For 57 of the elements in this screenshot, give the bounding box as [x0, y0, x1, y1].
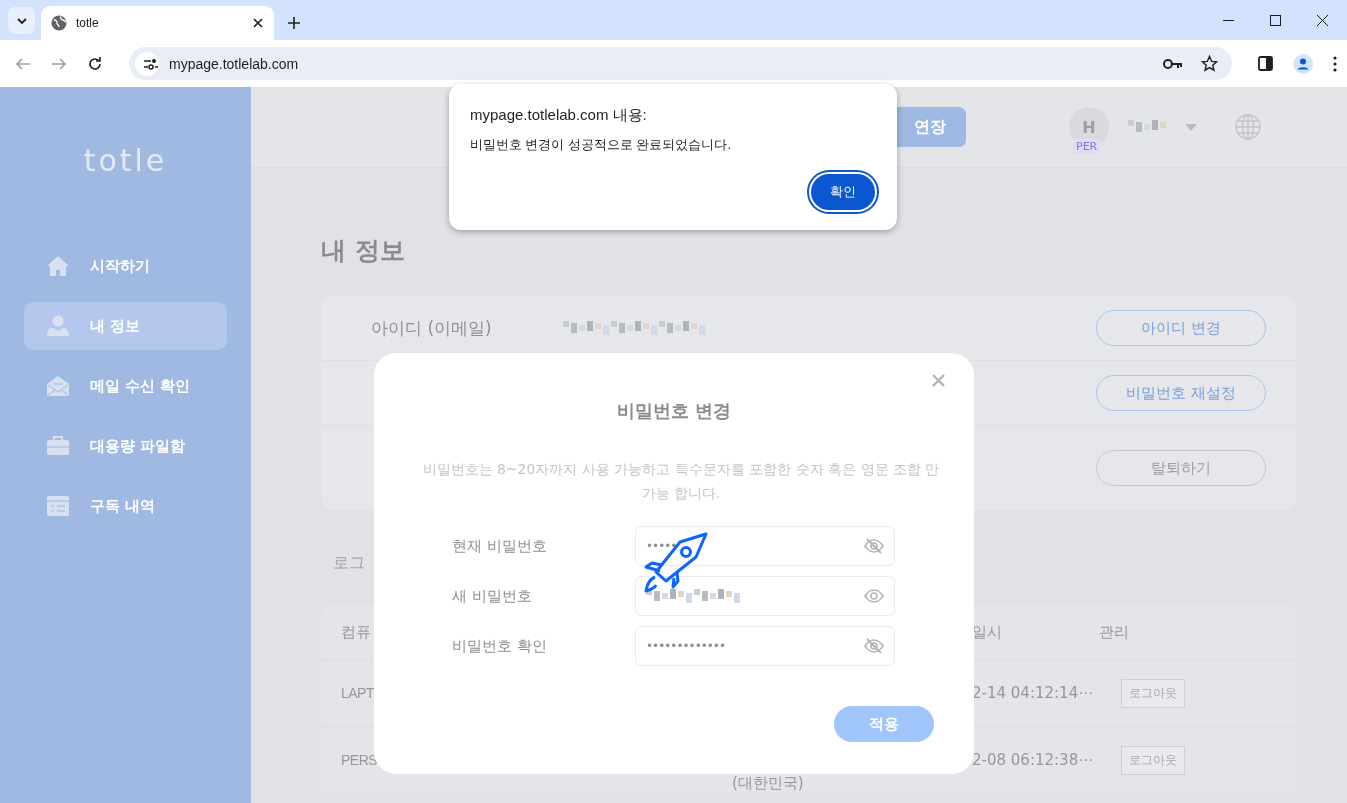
column-header: 컴퓨: [341, 622, 372, 642]
password-field[interactable]: •••••••••••••: [635, 626, 895, 666]
side-panel-icon[interactable]: [1258, 56, 1273, 71]
logo[interactable]: totle: [83, 143, 168, 178]
alert-message: 비밀번호 변경이 성공적으로 완료되었습니다.: [470, 137, 732, 154]
table-cell-text: PERS: [341, 752, 379, 768]
alert-title: mypage.totlelab.com 내용:: [470, 106, 648, 125]
sliders-icon: [144, 57, 158, 70]
envelope-icon: [47, 375, 69, 397]
field-label: 새 비밀번호: [452, 586, 533, 606]
site-settings-button[interactable]: [135, 51, 159, 76]
user-icon: [47, 315, 69, 337]
table-cell-text: 2-14 04:12:14⋯: [972, 684, 1095, 702]
globe-icon: [51, 15, 67, 31]
maximize-icon[interactable]: [1270, 14, 1281, 26]
dialog-description: 비밀번호는 8~20자까지 사용 가능하고 특수문자를 포함한 숫자 혹은 영문 조합 만 가능 합니다.: [421, 460, 941, 503]
sidebar-item[interactable]: 메일 수신 확인: [24, 362, 227, 410]
column-header: 일시: [972, 622, 1003, 642]
close-icon[interactable]: [253, 18, 263, 28]
briefcase-icon: [47, 435, 69, 457]
caret-icon: [16, 17, 27, 24]
logout-button[interactable]: 로그아웃: [1121, 678, 1185, 708]
page-title: 내 정보: [321, 236, 406, 266]
sidebar-item[interactable]: 구독 내역: [24, 482, 227, 530]
menu-icon[interactable]: [1333, 55, 1337, 72]
sidebar-item[interactable]: 대용량 파일함: [24, 422, 227, 470]
tab-title: totle: [76, 16, 100, 30]
password-field[interactable]: •••••: [635, 526, 895, 566]
tab-list-button[interactable]: [8, 7, 35, 34]
section-title: 로그: [333, 552, 366, 574]
field-label: 아이디 (이메일): [371, 316, 493, 340]
dialog-title: 비밀번호 변경: [615, 399, 733, 423]
new-tab-icon[interactable]: [288, 17, 300, 29]
password-field[interactable]: [635, 576, 895, 616]
field-label: 현재 비밀번호: [452, 536, 548, 556]
field-label: 비밀번호 확인: [452, 636, 548, 656]
profile-icon[interactable]: [1293, 53, 1313, 74]
apply-button[interactable]: 적용: [834, 706, 934, 742]
star-icon[interactable]: [1201, 55, 1218, 72]
logout-button[interactable]: 로그아웃: [1121, 745, 1185, 775]
table-cell-text: (대한민국): [732, 774, 805, 793]
card-list-icon: [47, 495, 69, 517]
column-header: 관리: [1099, 622, 1130, 642]
table-cell-text: LAPT: [341, 685, 375, 701]
browser-tab[interactable]: totle: [41, 6, 274, 40]
address-bar[interactable]: mypage.totlelab.com: [129, 47, 1232, 80]
back-icon[interactable]: [15, 55, 31, 72]
forward-icon[interactable]: [51, 55, 67, 72]
reload-icon[interactable]: [87, 55, 103, 72]
sidebar-item[interactable]: 시작하기: [24, 242, 227, 290]
url-text: mypage.totlelab.com: [169, 55, 299, 72]
sidebar-item[interactable]: 내 정보: [24, 302, 227, 350]
role-badge: PER: [1073, 139, 1101, 154]
home-icon: [47, 255, 69, 277]
table-cell-text: 2-08 06:12:38⋯: [972, 751, 1095, 769]
close-icon[interactable]: [1317, 14, 1328, 26]
key-icon[interactable]: [1163, 58, 1183, 69]
